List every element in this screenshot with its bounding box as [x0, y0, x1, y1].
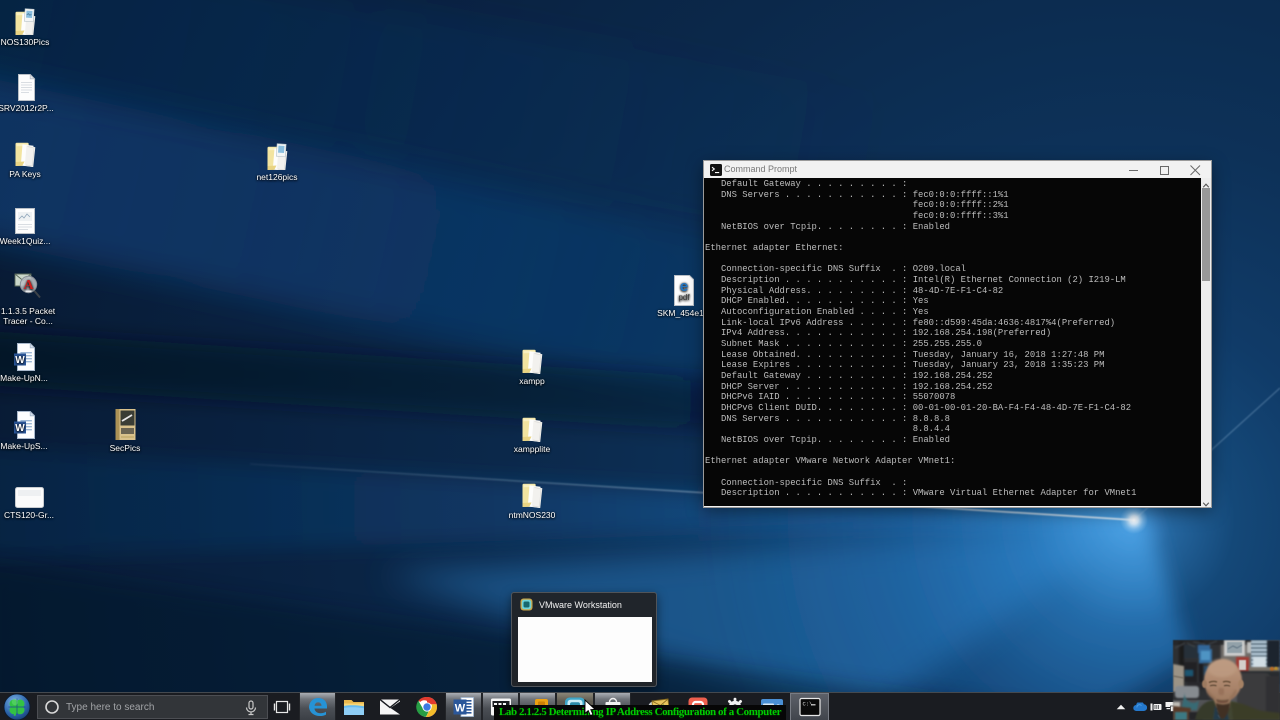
- svg-text:pdf: pdf: [678, 293, 690, 302]
- svg-text:C:\: C:\: [802, 701, 812, 708]
- svg-text:W: W: [454, 703, 465, 715]
